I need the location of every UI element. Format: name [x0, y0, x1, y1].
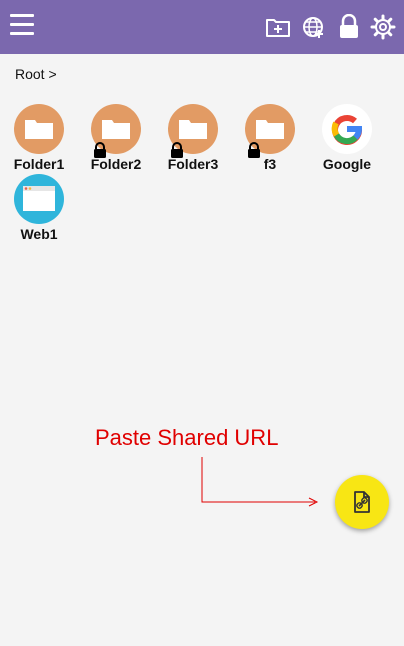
- globe-icon[interactable]: [301, 14, 327, 40]
- folder-icon: [91, 104, 141, 158]
- browser-window-icon: [14, 174, 64, 224]
- google-icon: [322, 104, 372, 154]
- item-label: Folder3: [167, 156, 219, 172]
- bookmark-item[interactable]: Web1: [4, 174, 74, 242]
- item-label: Google: [322, 156, 372, 172]
- top-app-bar: [0, 0, 404, 54]
- folder-icon: [14, 104, 64, 154]
- menu-icon[interactable]: [10, 14, 34, 38]
- annotation-arrow: [201, 457, 319, 507]
- item-label: Web1: [20, 226, 58, 242]
- item-label: Folder1: [13, 156, 65, 172]
- new-folder-icon[interactable]: [265, 14, 291, 40]
- lock-icon: [171, 142, 183, 158]
- folder-icon: [168, 104, 218, 158]
- item-label: f3: [263, 156, 277, 172]
- bookmark-item[interactable]: Google: [312, 104, 382, 172]
- lock-icon: [248, 142, 260, 158]
- paste-url-button[interactable]: [335, 475, 389, 529]
- folder-icon: [245, 104, 295, 158]
- folder-item[interactable]: Folder3: [158, 104, 228, 172]
- lock-icon[interactable]: [336, 13, 362, 40]
- folder-item[interactable]: Folder1: [4, 104, 74, 172]
- paste-link-icon: [354, 491, 370, 513]
- breadcrumb[interactable]: Root >: [15, 66, 57, 82]
- annotation-label: Paste Shared URL: [95, 425, 279, 450]
- folder-item[interactable]: Folder2: [81, 104, 151, 172]
- folder-item[interactable]: f3: [235, 104, 305, 172]
- lock-icon: [94, 142, 106, 158]
- gear-icon[interactable]: [370, 14, 396, 40]
- item-label: Folder2: [90, 156, 142, 172]
